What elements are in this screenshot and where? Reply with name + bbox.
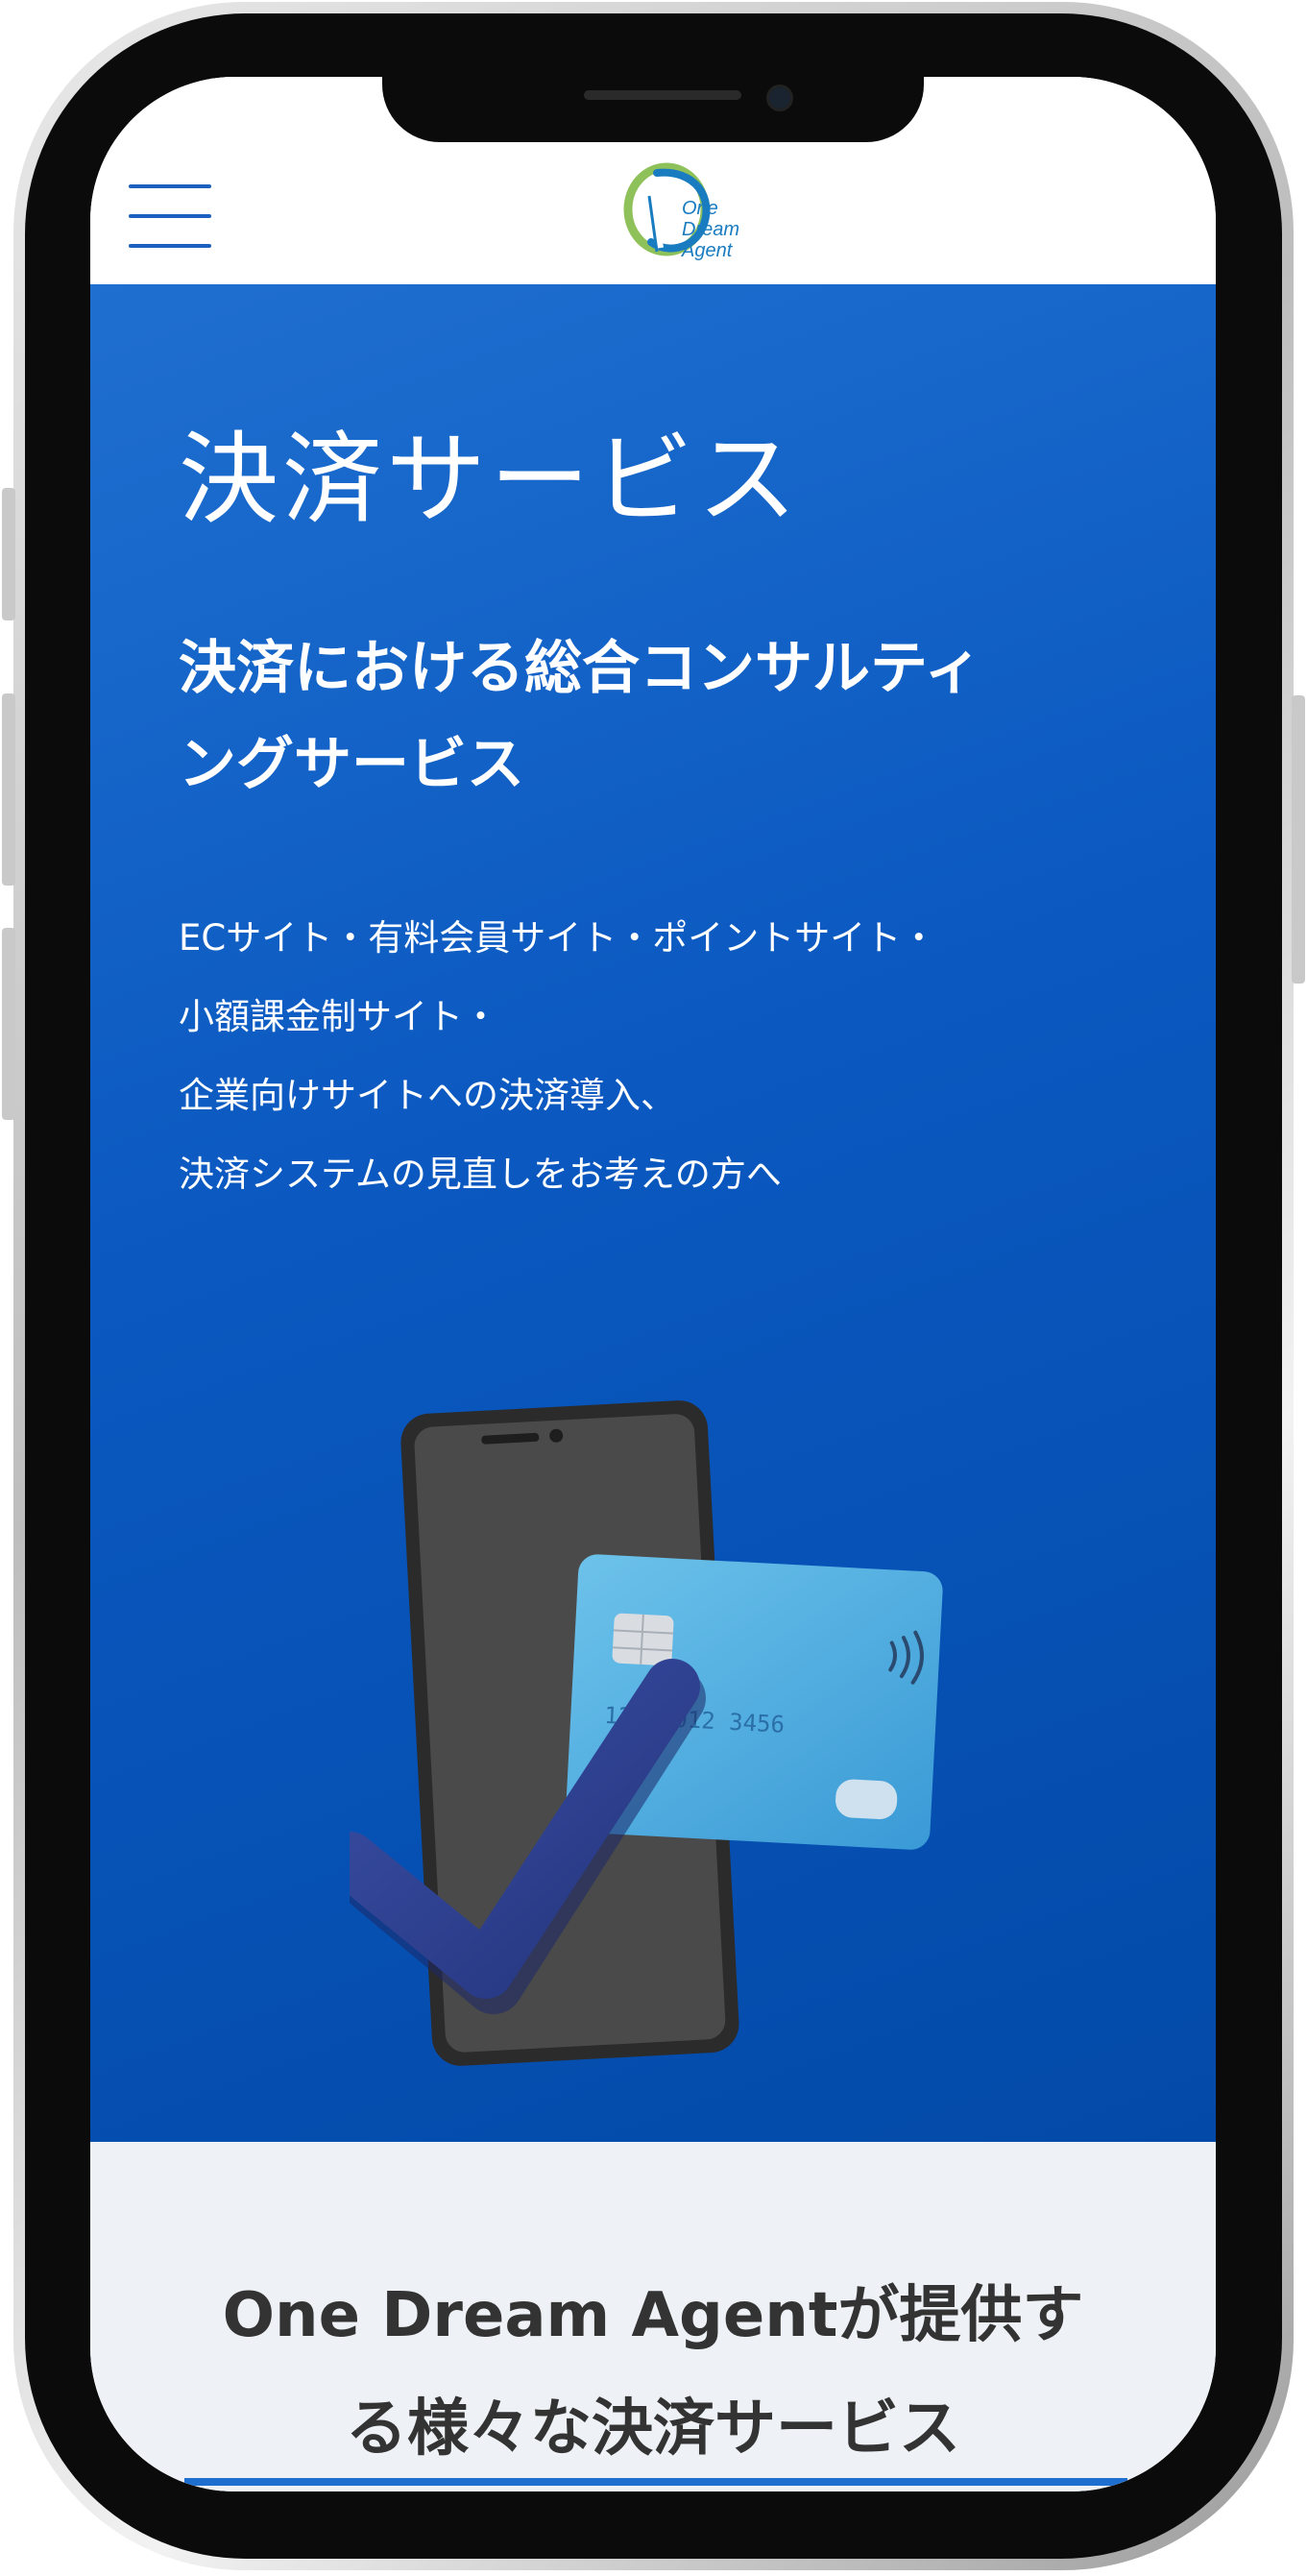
logo-word-3: Agent — [682, 240, 733, 261]
phone-notch — [382, 77, 924, 142]
hero-subtitle-line-2: ングサービス — [179, 731, 524, 798]
services-section: One Dream Agentが提供す る様々な決済サービス — [90, 2142, 1216, 2491]
hero-subtitle-line-1: 決済における総合コンサルティ — [179, 635, 982, 702]
hero-description-line-1: ECサイト・有料会員サイト・ポイントサイト・ — [179, 917, 937, 959]
phone-side-button-power — [1292, 695, 1305, 984]
phone-side-button-volume-up — [2, 693, 15, 886]
phone-side-button-silent — [2, 488, 15, 620]
front-camera — [766, 85, 793, 111]
services-title: One Dream Agentが提供す る様々な決済サービス — [90, 2259, 1216, 2486]
speaker-grille — [584, 90, 741, 100]
phone-card-checkmark-illustration: 123 9012 3456 — [322, 1389, 964, 2080]
logo-wordmark: One Dream Agent — [682, 198, 739, 261]
hero-section: 決済サービス 決済における総合コンサルティ ングサービス ECサイト・有料会員サ… — [90, 284, 1216, 2142]
services-title-line-2: る様々な決済サービス — [346, 2394, 960, 2465]
phone-side-button-volume-down — [2, 928, 15, 1120]
hero-description: ECサイト・有料会員サイト・ポイントサイト・ 小額課金制サイト・ 企業向けサイト… — [179, 899, 1177, 1214]
hero-description-line-3: 企業向けサイトへの決済導入、 — [179, 1075, 676, 1116]
logo-word-1: One — [682, 198, 718, 219]
logo-word-2: Dream — [682, 219, 740, 240]
page-title: 決済サービス — [179, 421, 802, 538]
services-title-line-1: One Dream Agentが提供す — [222, 2280, 1084, 2351]
hamburger-menu-icon[interactable] — [129, 184, 211, 248]
phone-screen: One Dream Agent 決済サービス 決済における総合コンサルティ ング… — [90, 77, 1216, 2491]
hero-subtitle: 決済における総合コンサルティ ングサービス — [179, 620, 1139, 813]
hero-description-line-4: 決済システムの見直しをお考えの方へ — [179, 1154, 782, 1195]
services-title-underline — [184, 2478, 1127, 2486]
hero-description-line-2: 小額課金制サイト・ — [179, 996, 498, 1037]
one-dream-agent-logo[interactable]: One Dream Agent — [618, 159, 782, 275]
